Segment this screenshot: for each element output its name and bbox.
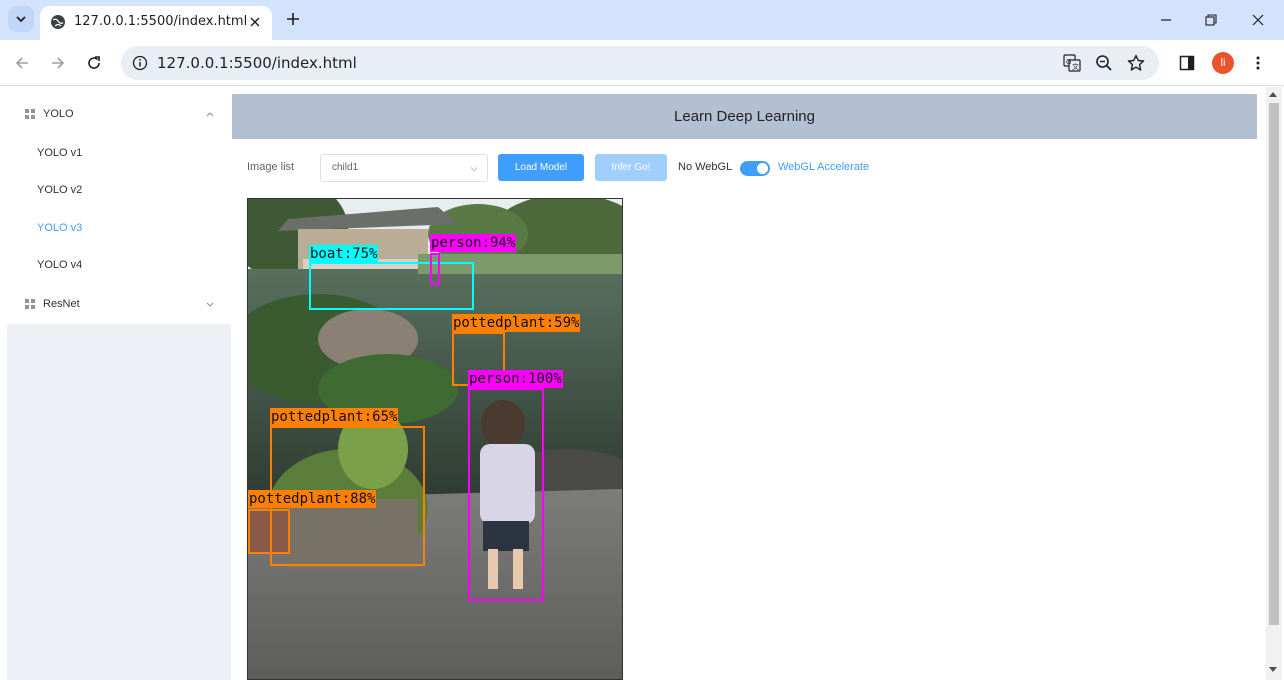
grid-icon: [25, 299, 35, 309]
sidebar-menu: YOLO YOLO v1 YOLO v2 YOLO v3 YOLO v4 Res…: [7, 94, 231, 324]
image-list-select[interactable]: child1: [320, 154, 488, 182]
sidebar-item-yolo-v3[interactable]: YOLO v3: [7, 209, 231, 247]
webgl-toggle[interactable]: [740, 161, 770, 176]
minimize-button[interactable]: [1152, 6, 1180, 34]
translate-icon: G文: [1063, 54, 1081, 72]
submenu-yolo-label: YOLO: [43, 108, 74, 120]
forward-button[interactable]: [46, 51, 70, 75]
minimize-icon: [1161, 19, 1171, 21]
side-panel-button[interactable]: [1175, 51, 1199, 75]
star-icon: [1127, 54, 1145, 71]
main-content: Learn Deep Learning Image list child1 Lo…: [232, 94, 1257, 680]
chevron-down-icon: [470, 167, 478, 172]
close-icon: [250, 17, 260, 27]
scroll-up-arrow[interactable]: [1269, 92, 1277, 97]
detection-box-person: [430, 253, 440, 285]
detection-label-pottedplant-small: pottedplant:88%: [248, 490, 377, 508]
detection-canvas: boat:75% person:94% pottedplant:59% pers…: [247, 198, 623, 680]
more-vertical-icon: [1256, 56, 1260, 70]
submenu-yolo[interactable]: YOLO: [7, 94, 231, 134]
page-scrollbar[interactable]: [1266, 87, 1282, 680]
site-info-button[interactable]: [131, 54, 149, 72]
load-model-button[interactable]: Load Model: [498, 154, 584, 181]
grid-icon: [25, 109, 35, 119]
info-icon: [132, 55, 148, 71]
detection-label-pottedplant: pottedplant:59%: [452, 314, 581, 332]
sidebar-item-yolo-v1[interactable]: YOLO v1: [7, 134, 231, 172]
new-tab-button[interactable]: [282, 8, 304, 30]
scroll-thumb[interactable]: [1269, 103, 1279, 625]
browser-toolbar: 127.0.0.1:5500/index.html G文 li: [0, 40, 1284, 86]
toggle-knob: [757, 163, 768, 174]
plus-icon: [287, 13, 299, 25]
no-webgl-label: No WebGL: [678, 161, 733, 173]
arrow-right-icon: [52, 57, 65, 69]
sidebar-item-yolo-v4[interactable]: YOLO v4: [7, 247, 231, 285]
profile-avatar[interactable]: li: [1212, 52, 1234, 74]
arrow-left-icon: [15, 57, 28, 69]
webgl-accelerate-label: WebGL Accelerate: [778, 161, 870, 173]
detection-label-boat: boat:75%: [309, 245, 379, 263]
scroll-down-arrow[interactable]: [1269, 667, 1277, 672]
detection-label-person-child: person:100%: [468, 370, 563, 388]
detection-label-pottedplant-large: pottedplant:65%: [270, 408, 399, 426]
infer-button[interactable]: Infer Go!: [595, 154, 667, 181]
page-title: Learn Deep Learning: [232, 94, 1257, 139]
detection-box-person-child: [468, 388, 544, 601]
browser-tab[interactable]: 127.0.0.1:5500/index.html: [40, 6, 272, 40]
image-list-value: child1: [332, 162, 359, 173]
side-panel-icon: [1179, 55, 1195, 71]
translate-button[interactable]: G文: [1062, 53, 1082, 73]
chevron-up-icon: [206, 112, 214, 117]
browser-tabstrip: 127.0.0.1:5500/index.html: [0, 0, 1284, 40]
reload-icon: [88, 56, 100, 69]
globe-icon: [51, 15, 65, 29]
tab-close-button[interactable]: [246, 13, 264, 31]
web-page: YOLO YOLO v1 YOLO v2 YOLO v3 YOLO v4 Res…: [0, 87, 1284, 680]
detection-label-person: person:94%: [430, 234, 517, 252]
chevron-down-icon: [16, 16, 26, 23]
detection-box-boat: [309, 262, 474, 310]
svg-text:文: 文: [1072, 62, 1079, 71]
svg-text:G: G: [1066, 58, 1071, 66]
sidebar: YOLO YOLO v1 YOLO v2 YOLO v3 YOLO v4 Res…: [7, 94, 231, 680]
address-bar[interactable]: 127.0.0.1:5500/index.html G文: [121, 46, 1159, 80]
url-text: 127.0.0.1:5500/index.html: [157, 54, 357, 72]
restore-icon: [1205, 14, 1217, 26]
restore-button[interactable]: [1197, 6, 1225, 34]
sidebar-item-yolo-v2[interactable]: YOLO v2: [7, 172, 231, 210]
zoom-button[interactable]: [1094, 53, 1114, 73]
back-button[interactable]: [10, 51, 34, 75]
reload-button[interactable]: [82, 51, 106, 75]
image-list-label: Image list: [247, 161, 295, 173]
chevron-down-icon: [206, 302, 214, 307]
browser-menu-button[interactable]: [1246, 51, 1270, 75]
close-icon: [1252, 14, 1264, 26]
bookmark-button[interactable]: [1126, 53, 1146, 73]
tab-title: 127.0.0.1:5500/index.html: [74, 14, 248, 29]
submenu-resnet[interactable]: ResNet: [7, 284, 231, 324]
tab-search-button[interactable]: [8, 6, 34, 32]
window-close-button[interactable]: [1244, 6, 1272, 34]
detection-box-pottedplant-small: [248, 509, 290, 554]
submenu-resnet-label: ResNet: [43, 298, 80, 310]
controls-bar: Image list child1 Load Model Infer Go! N…: [247, 154, 1247, 182]
zoom-out-icon: [1096, 55, 1112, 71]
